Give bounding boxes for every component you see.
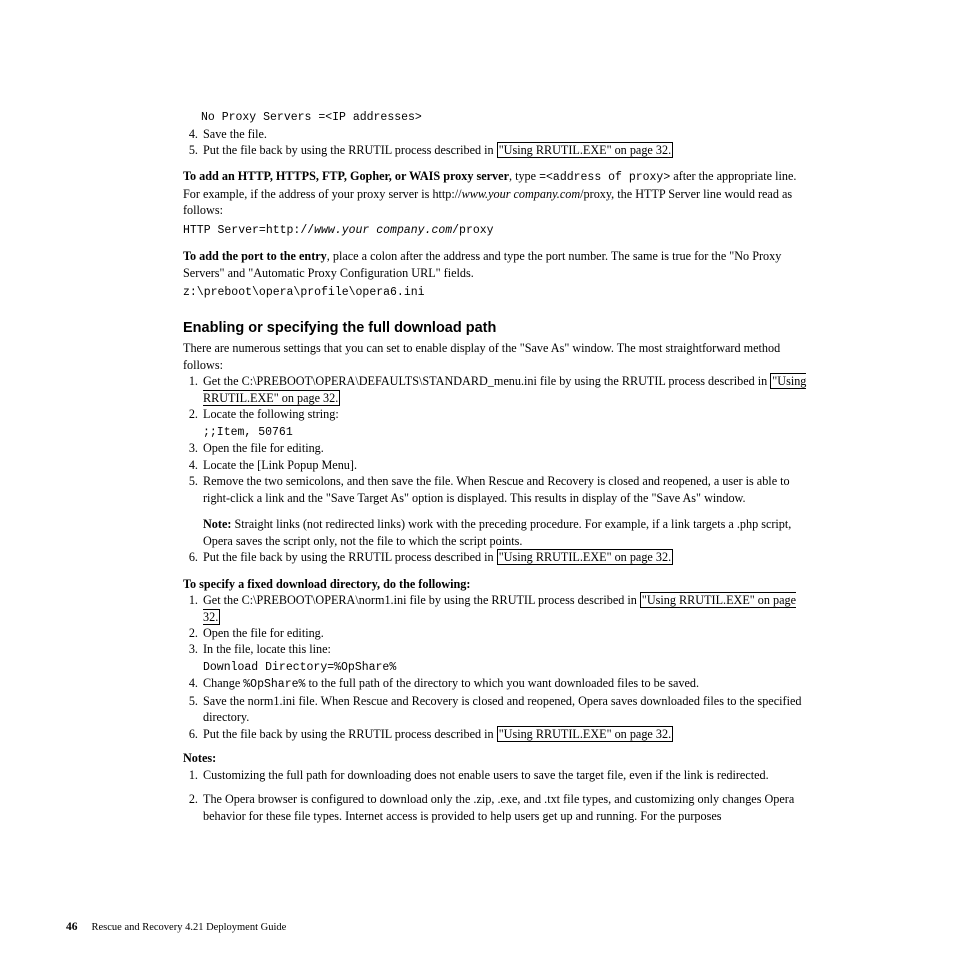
step-save-file: Save the file.	[201, 126, 809, 142]
code-opera6: z:\preboot\opera\profile\opera6.ini	[183, 285, 809, 301]
s3-1a: Get the C:\PREBOOT\OPERA\norm1.ini file …	[203, 593, 640, 607]
s2-step3: Open the file for editing.	[201, 440, 809, 456]
note2: The Opera browser is configured to downl…	[201, 791, 809, 824]
s2-1a: Get the C:\PREBOOT\OPERA\DEFAULTS\STANDA…	[203, 374, 770, 388]
s3-3: In the file, locate this line:	[203, 642, 331, 656]
s3-step3: In the file, locate this line: Download …	[201, 641, 809, 675]
link-rrutil-3[interactable]: "Using RRUTIL.EXE" on page 32.	[497, 549, 673, 565]
para-port: To add the port to the entry, place a co…	[183, 248, 809, 281]
s3-4code: %OpShare%	[243, 678, 305, 691]
step5a-text: Put the file back by using the RRUTIL pr…	[203, 143, 497, 157]
para1-code1: =<address of proxy>	[539, 171, 670, 184]
code-item: ;;Item, 50761	[203, 425, 809, 441]
note1: Customizing the full path for downloadin…	[201, 767, 809, 783]
para-fixed-dir: To specify a fixed download directory, d…	[183, 576, 809, 592]
step-put-back-1: Put the file back by using the RRUTIL pr…	[201, 142, 809, 158]
note-block: Note: Straight links (not redirected lin…	[203, 516, 809, 549]
para3: There are numerous settings that you can…	[183, 340, 809, 373]
code-download-dir: Download Directory=%OpShare%	[203, 660, 809, 676]
link-rrutil-5[interactable]: "Using RRUTIL.EXE" on page 32.	[497, 726, 673, 742]
s2-step1: Get the C:\PREBOOT\OPERA\DEFAULTS\STANDA…	[201, 373, 809, 406]
s3-step4: Change %OpShare% to the full path of the…	[201, 675, 809, 693]
s3-4b: to the full path of the directory to whi…	[305, 676, 699, 690]
para1-italic: www.your company.com	[462, 187, 581, 201]
s2-2: Locate the following string:	[203, 407, 339, 421]
para-proxy-server: To add an HTTP, HTTPS, FTP, Gopher, or W…	[183, 168, 809, 218]
s2-step5: Remove the two semicolons, and then save…	[201, 473, 809, 549]
s3-step6: Put the file back by using the RRUTIL pr…	[201, 726, 809, 742]
s2-step4: Locate the [Link Popup Menu].	[201, 457, 809, 473]
s3-step5: Save the norm1.ini file. When Rescue and…	[201, 693, 809, 726]
s2-5: Remove the two semicolons, and then save…	[203, 474, 790, 504]
s2-step6: Put the file back by using the RRUTIL pr…	[201, 549, 809, 565]
code2b: www.your company.com	[314, 224, 452, 237]
code-no-proxy: No Proxy Servers =<IP addresses>	[201, 110, 809, 126]
para1-bold: To add an HTTP, HTTPS, FTP, Gopher, or W…	[183, 169, 509, 183]
page-footer: 46 Rescue and Recovery 4.21 Deployment Gu…	[66, 920, 286, 936]
heading-download-path: Enabling or specifying the full download…	[183, 319, 809, 339]
para2-bold: To add the port to the entry	[183, 249, 327, 263]
link-rrutil-1[interactable]: "Using RRUTIL.EXE" on page 32.	[497, 142, 673, 158]
notes-label: Notes:	[183, 750, 809, 766]
note-bold: Note:	[203, 517, 231, 531]
s2-step2: Locate the following string: ;;Item, 507…	[201, 406, 809, 440]
page-number: 46	[66, 921, 78, 933]
s3-4a: Change	[203, 676, 243, 690]
s2-6a: Put the file back by using the RRUTIL pr…	[203, 550, 497, 564]
s3-step1: Get the C:\PREBOOT\OPERA\norm1.ini file …	[201, 592, 809, 625]
code2a: HTTP Server=http://	[183, 224, 314, 237]
note-body: Straight links (not redirected links) wo…	[203, 517, 791, 547]
footer-text: Rescue and Recovery 4.21 Deployment Guid…	[92, 922, 287, 933]
code-http-server: HTTP Server=http://www.your company.com/…	[183, 223, 809, 239]
s3-6a: Put the file back by using the RRUTIL pr…	[203, 727, 497, 741]
para1-a: , type	[509, 169, 539, 183]
s3-step2: Open the file for editing.	[201, 625, 809, 641]
code2c: /proxy	[452, 224, 493, 237]
